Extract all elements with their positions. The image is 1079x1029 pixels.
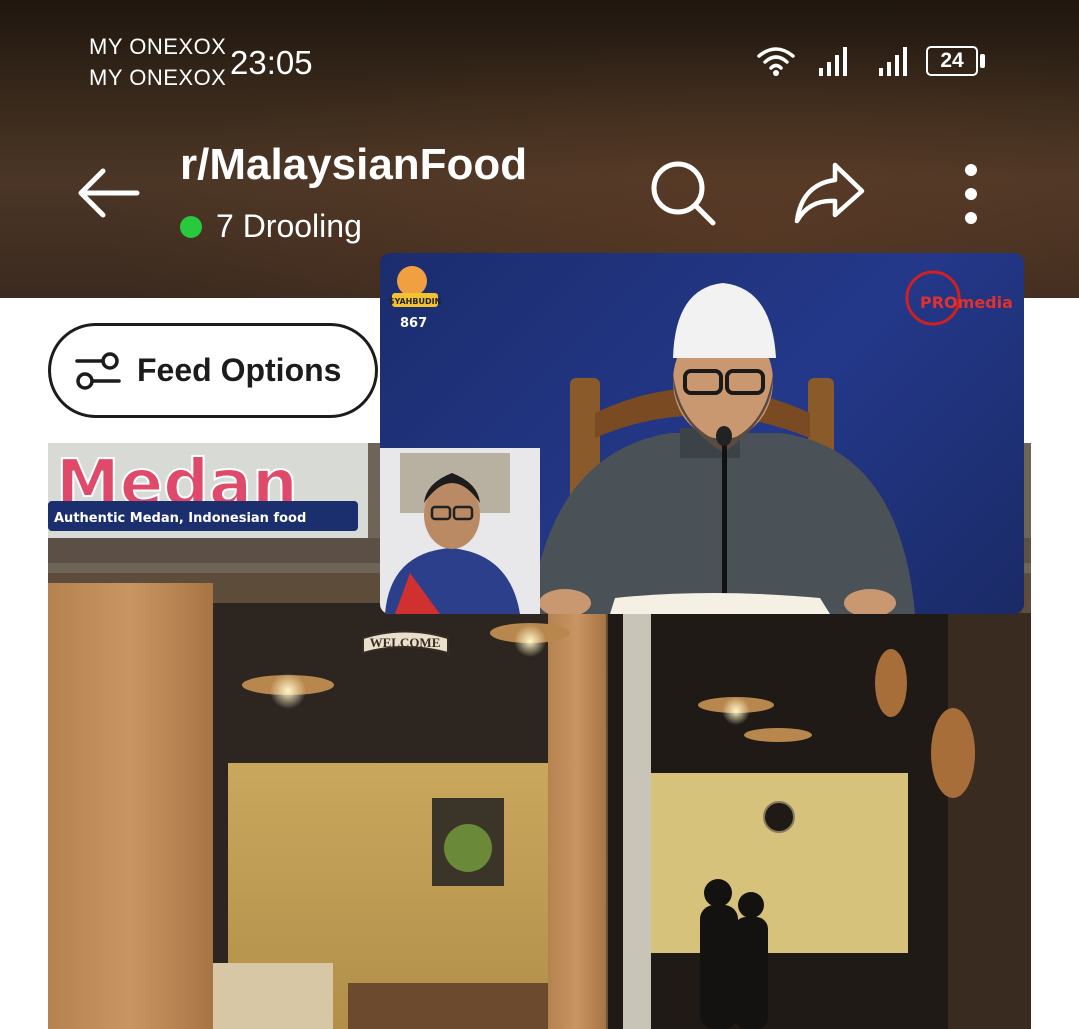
back-button[interactable] [70, 155, 146, 231]
battery-cap [980, 54, 985, 68]
status-bar: MY ONEXOX MY ONEXOX 23:05 24 [0, 0, 1079, 120]
search-icon [651, 161, 716, 226]
carrier-label: MY ONEXOX [89, 65, 227, 90]
signal-icon [818, 44, 852, 83]
online-count: 7 Drooling [216, 208, 362, 244]
more-options-button[interactable] [948, 155, 994, 231]
wifi-icon [756, 44, 796, 83]
battery-icon: 24 [926, 46, 978, 76]
channel-logo-text: SYAHBUDIN [389, 297, 442, 306]
subreddit-title[interactable]: r/MalaysianFood [180, 140, 527, 190]
viewer-count: 867 [400, 316, 427, 331]
share-icon [794, 162, 865, 224]
status-time: 23:05 [230, 44, 313, 81]
video-frame: SYAHBUDIN 867 PROmedia [380, 266, 1013, 614]
online-dot-icon [180, 215, 202, 238]
carrier-label: MY ONEXOX [89, 34, 227, 59]
feed-options-button[interactable]: Feed Options [48, 323, 378, 418]
channel-logo-icon [397, 266, 427, 296]
welcome-sign: WELCOME [370, 635, 441, 650]
more-vertical-icon [965, 164, 977, 224]
brand-logo-text: PROmedia [920, 293, 1013, 312]
online-status: 7 Drooling [180, 208, 362, 245]
sign-sub-text: Authentic Medan, Indonesian food [54, 511, 306, 526]
search-button[interactable] [645, 155, 721, 231]
back-arrow-icon [78, 168, 140, 218]
feed-options-label: Feed Options [137, 352, 342, 388]
signal-icon [878, 44, 912, 83]
sliders-icon [75, 351, 121, 390]
pip-video-player[interactable]: SYAHBUDIN 867 PROmedia [380, 253, 1024, 614]
share-button[interactable] [790, 155, 868, 231]
